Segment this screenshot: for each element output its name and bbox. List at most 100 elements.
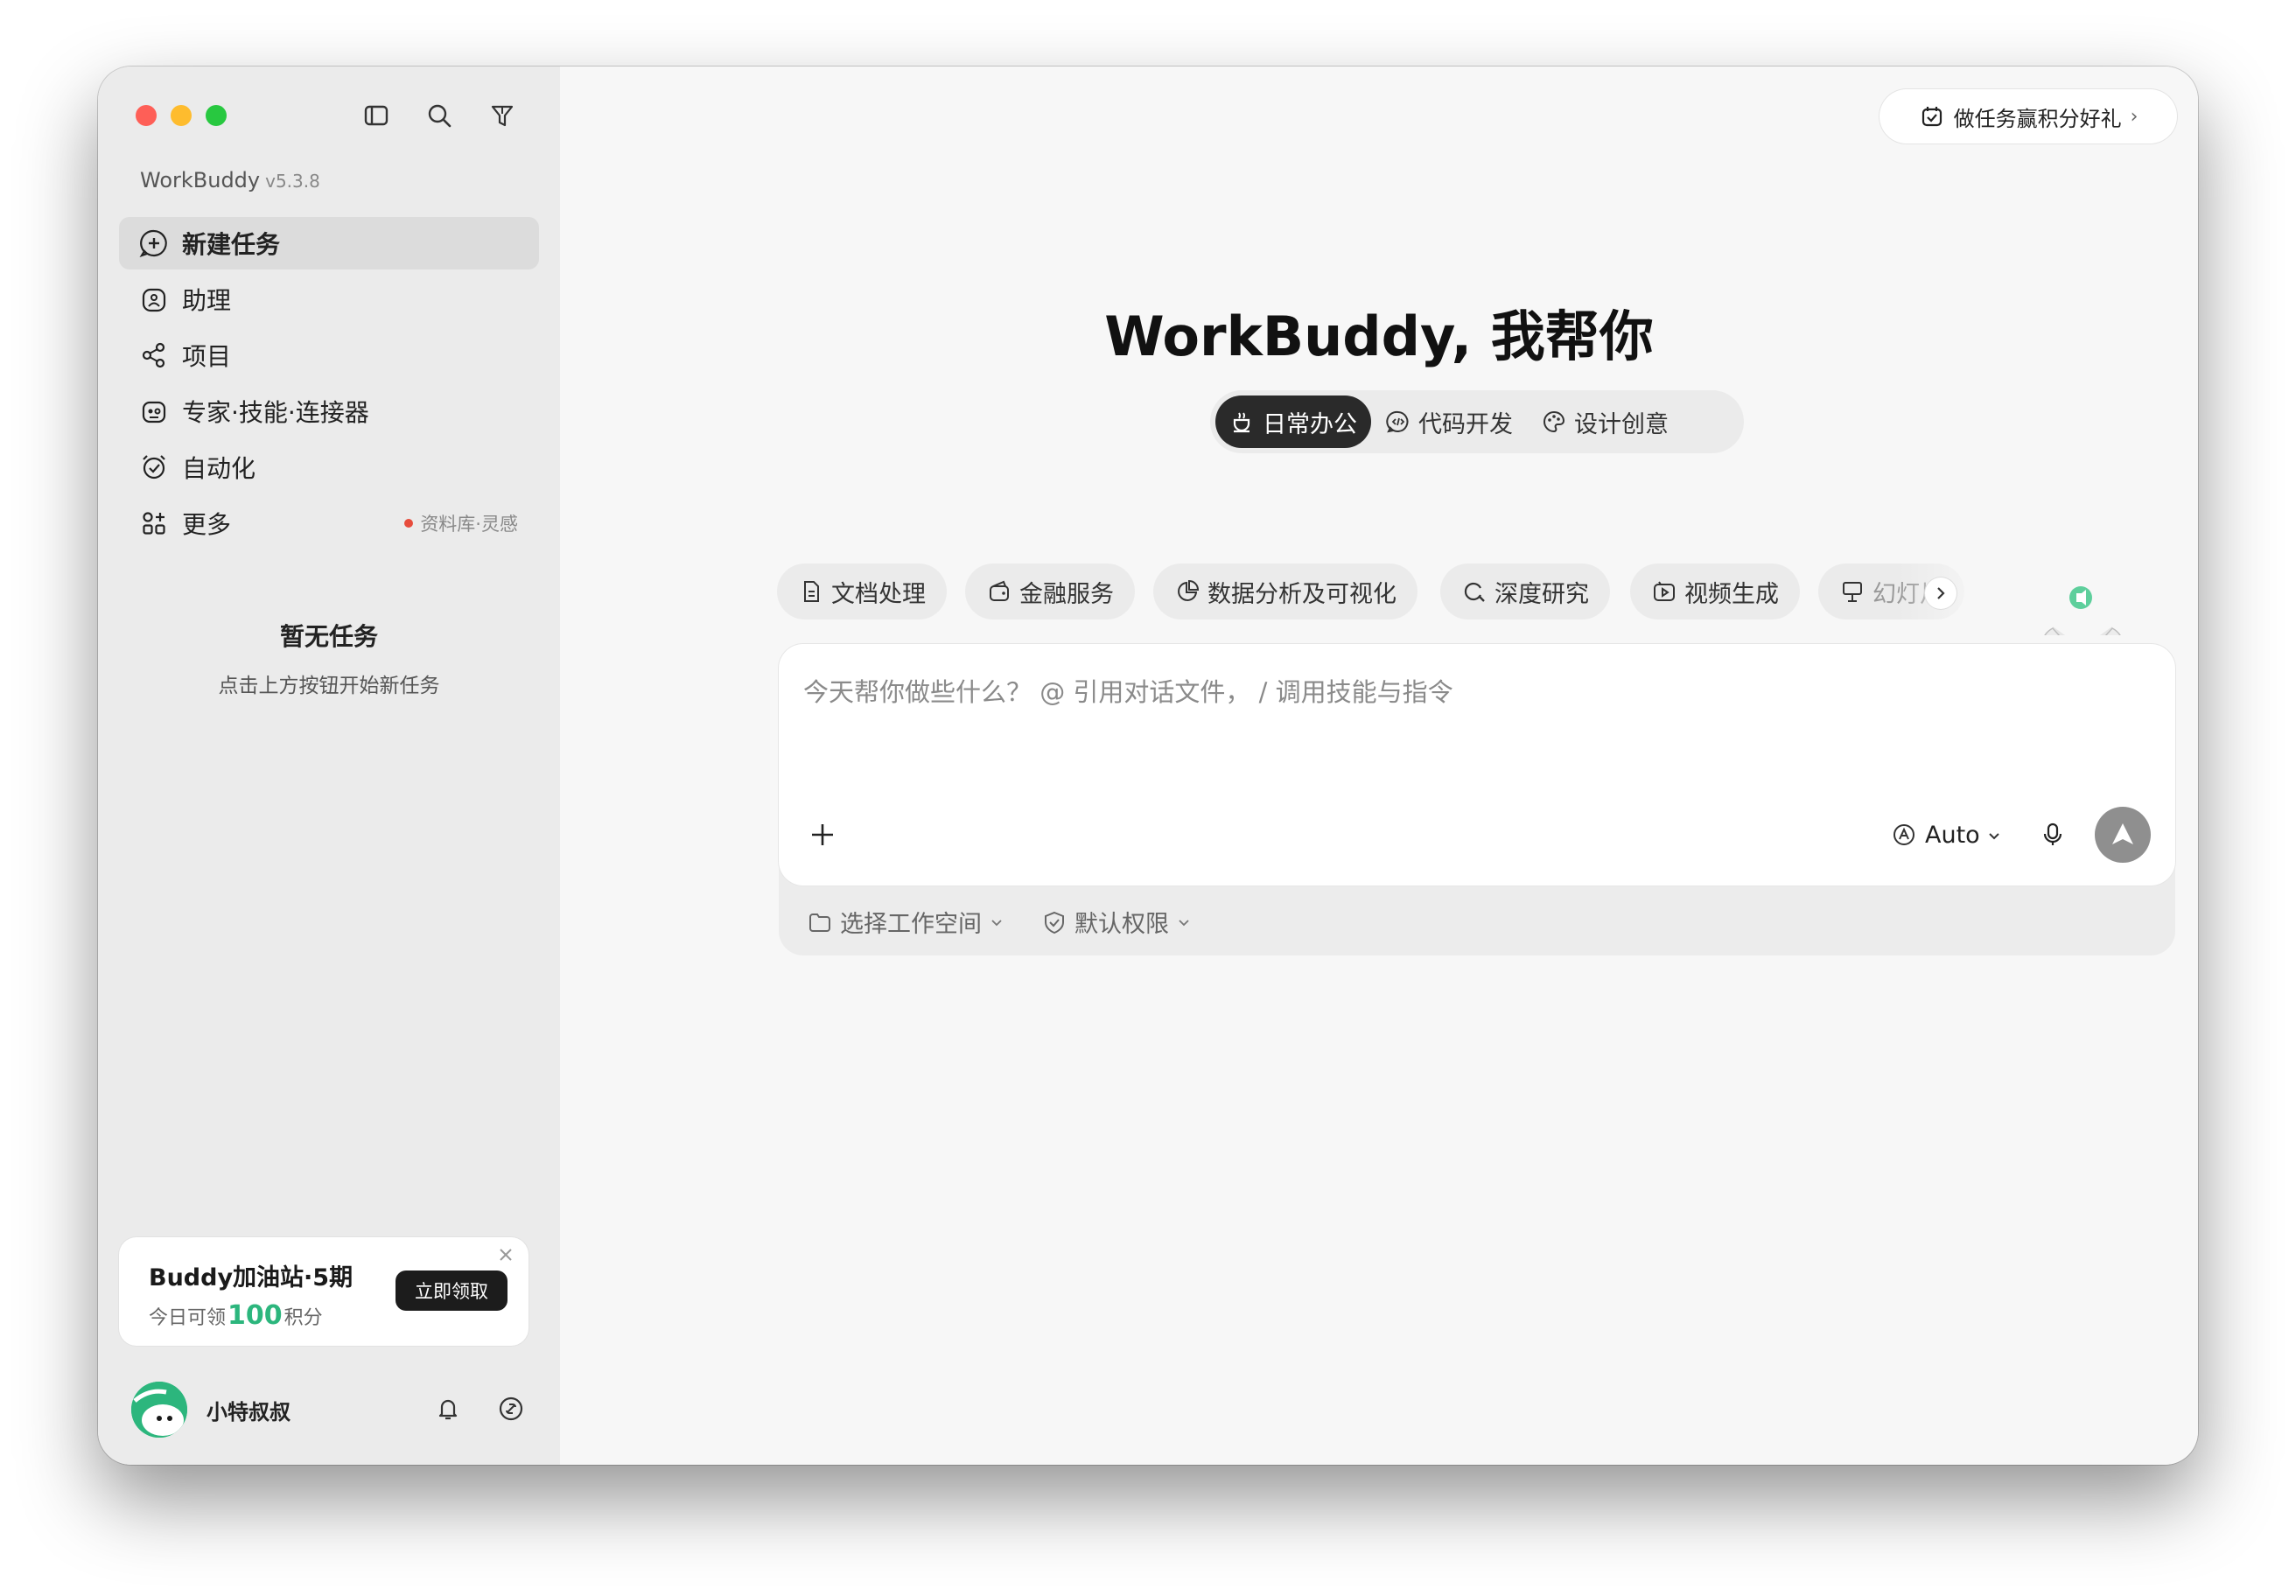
calendar-check-icon (1919, 103, 1945, 130)
chip-label: 数据分析及可视化 (1208, 580, 1396, 608)
permission-label: 默认权限 (1074, 911, 1169, 938)
sidebar-item-label: 更多 (182, 510, 232, 539)
search-icon[interactable] (424, 100, 455, 131)
app-name: WorkBuddy (140, 168, 261, 192)
chip-data-analysis[interactable]: 数据分析及可视化 (1153, 564, 1418, 620)
filter-icon[interactable] (486, 100, 518, 131)
shield-check-icon (1041, 909, 1068, 935)
sidebar-nav: 新建任务 助理 项目 专家·技能·连接器 自动化 更多 资料库·灵感 (119, 217, 539, 553)
tab-label: 代码开发 (1418, 410, 1513, 438)
app-version: v5.3.8 (265, 171, 320, 192)
composer-options: 选择工作空间 默认权限 (807, 905, 1190, 939)
sidebar-toolbar (360, 100, 518, 131)
sidebar-item-label: 自动化 (182, 454, 256, 483)
link-icon[interactable] (495, 1393, 527, 1424)
grid-plus-icon (138, 508, 170, 539)
chip-deep-research[interactable]: 深度研究 (1440, 564, 1610, 620)
user-toolbar (432, 1393, 527, 1424)
chip-video[interactable]: 视频生成 (1630, 564, 1800, 620)
main-panel: 做任务赢积分好礼 › WorkBuddy, 我帮你 日常办公 代码开发 设计创意… (560, 66, 2198, 1465)
chip-label: 深度研究 (1494, 580, 1589, 608)
maximize-window-button[interactable] (206, 105, 227, 126)
search-refresh-icon (1461, 578, 1488, 605)
robot-mascot-icon[interactable] (1995, 513, 2144, 712)
sidebar-item-label: 项目 (182, 342, 232, 371)
tab-label: 日常办公 (1263, 410, 1357, 438)
workspace-label: 选择工作空间 (840, 911, 982, 938)
sidebar-item-assistant[interactable]: 助理 (119, 273, 539, 326)
more-hint-label: 资料库·灵感 (420, 514, 518, 535)
sidebar: WorkBuddy v5.3.8 新建任务 助理 项目 专家·技能·连接器 自动… (98, 66, 560, 1465)
code-icon (1385, 409, 1411, 435)
expert-icon (138, 396, 170, 427)
add-attachment-icon[interactable] (803, 816, 842, 854)
empty-task-state: 暂无任务 点击上方按钮开始新任务 (98, 618, 560, 698)
video-icon (1651, 578, 1677, 605)
minimize-window-button[interactable] (171, 105, 192, 126)
palette-icon (1541, 409, 1567, 435)
user-name: 小特叔叔 (206, 1399, 290, 1424)
window-controls (136, 105, 227, 126)
more-hint: 资料库·灵感 (404, 510, 518, 536)
chip-document[interactable]: 文档处理 (777, 564, 947, 620)
presentation-icon (1839, 578, 1866, 605)
chevron-right-icon: › (2130, 105, 2138, 128)
pie-chart-icon (1174, 578, 1200, 605)
wallet-icon (986, 578, 1012, 605)
sidebar-item-label: 助理 (182, 286, 232, 315)
promo-title: Buddy加油站·5期 (149, 1264, 354, 1292)
promo-sub-suffix: 积分 (284, 1307, 323, 1329)
promo-subtitle: 今日可领 100 积分 (149, 1300, 323, 1331)
workspace-selector[interactable]: 选择工作空间 (807, 905, 1003, 939)
sidebar-item-project[interactable]: 项目 (119, 329, 539, 382)
permission-selector[interactable]: 默认权限 (1041, 905, 1190, 939)
tab-code-dev[interactable]: 代码开发 (1371, 396, 1527, 448)
chip-label: 视频生成 (1684, 580, 1779, 608)
assistant-icon (138, 284, 170, 315)
chevron-down-icon (1987, 822, 2001, 849)
tab-daily-office[interactable]: 日常办公 (1215, 396, 1371, 448)
chip-finance[interactable]: 金融服务 (965, 564, 1135, 620)
tab-label: 设计创意 (1574, 410, 1669, 438)
skill-chips: 文档处理 金融服务 数据分析及可视化 深度研究 视频生成 (777, 564, 2000, 623)
chip-label: 文档处理 (831, 580, 926, 608)
category-tabs: 日常办公 代码开发 设计创意 (1210, 390, 1744, 453)
close-window-button[interactable] (136, 105, 157, 126)
plus-circle-icon (138, 228, 170, 259)
microphone-icon[interactable] (2037, 819, 2068, 850)
promo-points: 100 (228, 1300, 283, 1331)
close-icon[interactable] (495, 1244, 516, 1265)
sidebar-item-label: 专家·技能·连接器 (182, 398, 369, 427)
chevron-right-icon[interactable] (1925, 578, 1956, 609)
chevron-down-icon (990, 912, 1003, 933)
document-icon (798, 578, 824, 605)
notification-dot (404, 519, 414, 528)
sidebar-toggle-icon[interactable] (360, 100, 392, 131)
app-title: WorkBuddy v5.3.8 (140, 168, 320, 192)
sidebar-item-label: 新建任务 (182, 230, 281, 259)
empty-subtitle: 点击上方按钮开始新任务 (218, 675, 440, 697)
sidebar-item-more[interactable]: 更多 资料库·灵感 (119, 497, 539, 550)
avatar[interactable] (131, 1382, 187, 1438)
model-selector[interactable]: Auto (1890, 817, 2001, 852)
task-rewards-button[interactable]: 做任务赢积分好礼 › (1880, 89, 2177, 144)
alarm-clock-icon (138, 452, 170, 483)
send-button[interactable] (2095, 807, 2151, 863)
chip-label: 金融服务 (1019, 580, 1114, 608)
app-window: WorkBuddy v5.3.8 新建任务 助理 项目 专家·技能·连接器 自动… (98, 66, 2198, 1465)
composer: 今天帮你做些什么？ @ 引用对话文件， / 调用技能与指令 Auto (779, 644, 2175, 886)
sidebar-item-experts[interactable]: 专家·技能·连接器 (119, 385, 539, 438)
task-rewards-label: 做任务赢积分好礼 (1953, 106, 2122, 131)
promo-card: Buddy加油站·5期 今日可领 100 积分 立即领取 (119, 1237, 528, 1346)
empty-title: 暂无任务 (279, 622, 378, 651)
model-icon (1890, 821, 1918, 849)
claim-button[interactable]: 立即领取 (396, 1270, 508, 1311)
tab-design[interactable]: 设计创意 (1527, 396, 1683, 448)
composer-input[interactable]: 今天帮你做些什么？ @ 引用对话文件， / 调用技能与指令 (803, 672, 1453, 709)
sidebar-item-new-task[interactable]: 新建任务 (119, 217, 539, 270)
chevron-down-icon (1178, 912, 1190, 933)
sidebar-item-automation[interactable]: 自动化 (119, 441, 539, 494)
bell-icon[interactable] (432, 1393, 464, 1424)
user-profile: 小特叔叔 (131, 1379, 527, 1440)
promo-sub-prefix: 今日可领 (149, 1307, 227, 1329)
